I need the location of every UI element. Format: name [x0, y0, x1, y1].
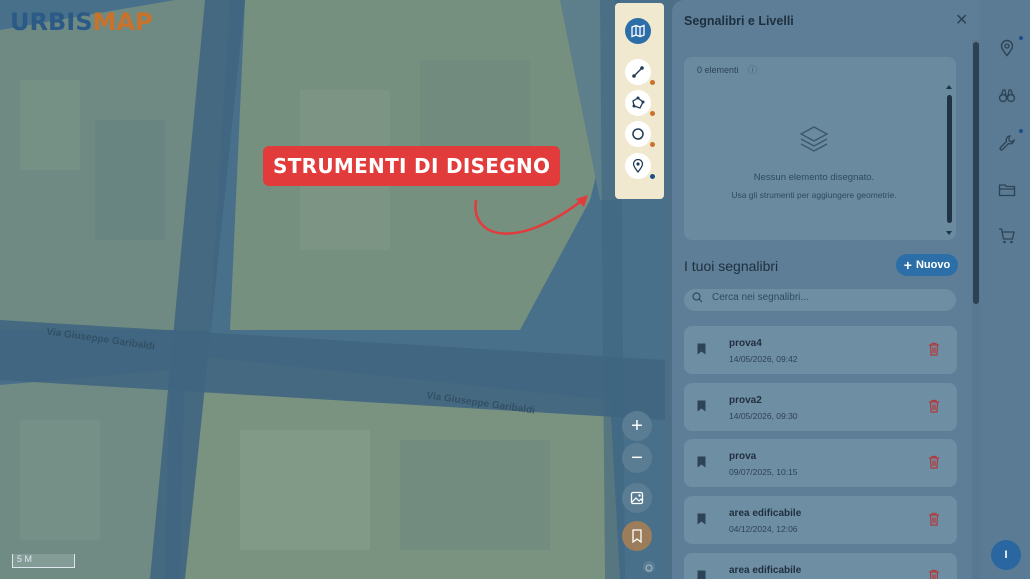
- scroll-down-icon: [946, 231, 952, 235]
- marker-tool-icon: [632, 159, 644, 173]
- bookmarks-button[interactable]: [622, 521, 652, 551]
- layers-icon: [799, 126, 829, 152]
- bookmarks-layers-panel: Segnalibri e Livelli ✕ 0 elementi ⓘ Ness…: [672, 0, 980, 579]
- bookmark-icon: [697, 513, 706, 525]
- bookmark-icon: [697, 343, 706, 355]
- urbismap-logo[interactable]: URBISMAP: [10, 8, 153, 36]
- bookmark-card[interactable]: prova 09/07/2025, 10:15: [684, 439, 957, 487]
- settings-icon: [645, 564, 653, 572]
- cart-icon[interactable]: [998, 227, 1016, 245]
- bookmark-card[interactable]: prova2 14/05/2026, 09:30: [684, 383, 957, 431]
- empty-state-hint: Usa gli strumenti per aggiungere geometr…: [731, 190, 897, 200]
- close-panel-button[interactable]: ✕: [955, 10, 968, 30]
- bookmark-name: prova2: [729, 395, 762, 406]
- bookmark-date: 09/07/2025, 10:15: [729, 467, 798, 477]
- panel-scrollbar[interactable]: [972, 40, 980, 579]
- search-icon: [692, 292, 703, 306]
- logo-text-primary: URBIS: [10, 8, 93, 36]
- empty-state-title: Nessun elemento disegnato.: [753, 172, 875, 183]
- draw-circle-button[interactable]: [625, 121, 655, 147]
- image-icon: [630, 491, 644, 505]
- close-icon: ✕: [955, 12, 969, 29]
- tool-status-dot: [650, 80, 655, 85]
- zoom-out-button[interactable]: −: [622, 443, 652, 473]
- binoculars-icon[interactable]: [998, 87, 1016, 105]
- new-bookmark-button[interactable]: + Nuovo: [896, 254, 958, 276]
- tool-status-dot: [650, 142, 655, 147]
- trash-icon[interactable]: [928, 512, 940, 526]
- draw-line-button[interactable]: [625, 59, 655, 85]
- draw-marker-button[interactable]: [625, 153, 655, 179]
- logo-text-secondary: MAP: [92, 8, 153, 36]
- bookmark-name: area edificabile: [729, 508, 802, 519]
- bookmark-icon: [697, 456, 706, 468]
- bookmark-name: prova4: [729, 338, 762, 349]
- drawn-elements-box: 0 elementi ⓘ Nessun elemento disegnato. …: [684, 57, 956, 240]
- scroll-thumb[interactable]: [947, 95, 952, 223]
- scroll-up-icon: [946, 85, 952, 89]
- info-icon[interactable]: ⓘ: [748, 63, 757, 76]
- elements-count: 0 elementi: [697, 65, 739, 75]
- notification-dot: [1019, 36, 1023, 40]
- panel-title: Segnalibri e Livelli: [684, 14, 794, 28]
- user-avatar[interactable]: I: [991, 540, 1021, 570]
- bookmark-name: area edificabile: [729, 565, 802, 576]
- bookmark-date: 04/12/2024, 12:06: [729, 524, 798, 534]
- search-input[interactable]: [712, 292, 942, 303]
- drawn-elements-scrollbar[interactable]: [946, 83, 952, 235]
- bookmark-card[interactable]: prova4 14/05/2026, 09:42: [684, 326, 957, 374]
- map-style-button[interactable]: [622, 483, 652, 513]
- tool-status-dot: [650, 174, 655, 179]
- map-view[interactable]: URBISMAP Via Giuseppe Garibaldi Via Gius…: [0, 0, 665, 579]
- circle-tool-icon: [632, 128, 644, 140]
- location-pin-icon[interactable]: [998, 39, 1016, 57]
- trash-icon[interactable]: [928, 455, 940, 469]
- bookmarks-title: I tuoi segnalibri: [684, 258, 779, 274]
- bookmark-search: [684, 289, 956, 311]
- bookmark-icon: [632, 529, 642, 543]
- map-icon: [631, 24, 645, 38]
- draw-polygon-button[interactable]: [625, 90, 655, 116]
- trash-icon[interactable]: [928, 342, 940, 356]
- notification-dot: [1019, 129, 1023, 133]
- right-rail: I: [980, 0, 1030, 579]
- zoom-in-button[interactable]: +: [622, 411, 652, 441]
- map-imagery: [0, 0, 665, 579]
- trash-icon[interactable]: [928, 399, 940, 413]
- map-layers-button[interactable]: [625, 18, 651, 44]
- bookmark-icon: [697, 400, 706, 412]
- attribution-button[interactable]: [643, 561, 655, 573]
- drawing-toolbar: [615, 3, 664, 199]
- map-scale: 5 M: [12, 554, 75, 568]
- tool-status-dot: [650, 111, 655, 116]
- plus-icon: +: [903, 257, 912, 273]
- scroll-thumb[interactable]: [973, 42, 979, 304]
- line-tool-icon: [632, 66, 644, 78]
- polygon-tool-icon: [632, 96, 645, 109]
- folder-icon[interactable]: [998, 181, 1016, 199]
- bookmark-icon: [697, 570, 706, 579]
- wrench-icon[interactable]: [998, 134, 1016, 152]
- trash-icon[interactable]: [928, 569, 940, 579]
- bookmark-date: 14/05/2026, 09:30: [729, 411, 798, 421]
- bookmark-date: 14/05/2026, 09:42: [729, 354, 798, 364]
- minus-icon: −: [631, 446, 643, 469]
- plus-icon: +: [631, 414, 643, 437]
- new-bookmark-label: Nuovo: [915, 259, 951, 271]
- bookmark-card[interactable]: area edificabile 04/12/2024, 12:06: [684, 496, 957, 544]
- bookmark-card[interactable]: area edificabile: [684, 553, 957, 579]
- bookmark-name: prova: [729, 451, 757, 462]
- drawing-tools-callout: STRUMENTI DI DISEGNO: [263, 146, 561, 186]
